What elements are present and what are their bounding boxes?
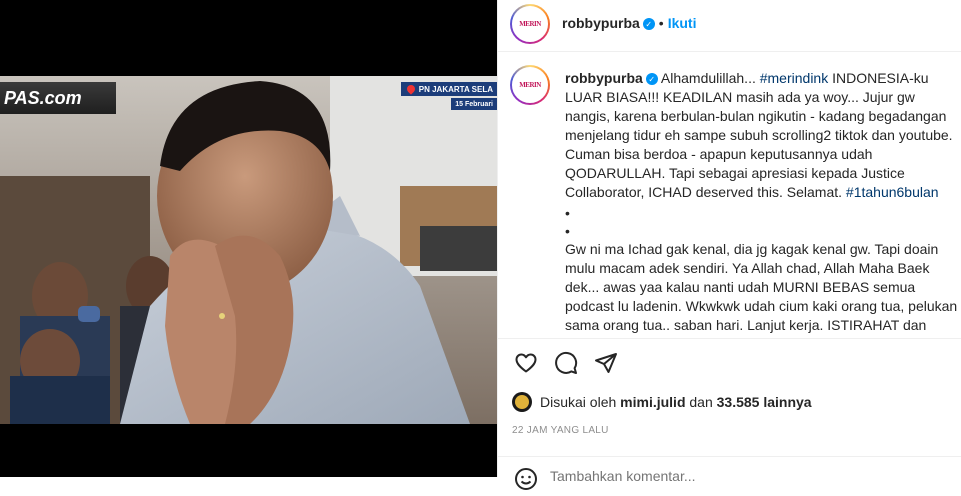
smiley-icon[interactable]	[514, 467, 538, 491]
caption-area: MERIN robbypurba ✓ Alhamdulillah... #meri…	[498, 52, 961, 338]
caption-avatar[interactable]: MERIN	[510, 65, 550, 105]
hashtag-link[interactable]: #1tahun6bulan	[846, 184, 939, 200]
comment-icon[interactable]	[554, 351, 578, 375]
post-media[interactable]: PAS.com PN JAKARTA SELA 15 Februari	[0, 0, 497, 477]
likes-count-link[interactable]: 33.585 lainnya	[717, 394, 812, 410]
location-badge: PN JAKARTA SELA	[400, 82, 497, 96]
avatar-mark-icon: MERIN	[519, 20, 541, 28]
date-badge: 15 Februari	[451, 98, 497, 110]
caption-avatar-mark-icon: MERIN	[519, 81, 541, 89]
likes-summary: Disukai oleh mimi.julid dan 33.585 lainn…	[512, 392, 812, 412]
post-photo: PAS.com PN JAKARTA SELA 15 Februari	[0, 76, 497, 424]
photo-scene	[0, 76, 497, 424]
caption-text-1: Alhamdulillah...	[660, 70, 760, 86]
post-detail-panel: MERIN robbypurba ✓ • Ikuti MERIN robbypurba…	[497, 0, 961, 490]
caption-paragraph-1: robbypurba ✓ Alhamdulillah... #merindink …	[565, 69, 959, 202]
separator: •	[658, 15, 664, 31]
likes-conj: dan	[689, 394, 713, 410]
post-timestamp[interactable]: 22 JAM YANG LALU	[512, 425, 609, 436]
heart-icon[interactable]	[514, 351, 538, 375]
date-text: 15 Februari	[455, 100, 493, 108]
hashtag-link[interactable]: #merindink	[760, 70, 828, 86]
post-header: MERIN robbypurba ✓ • Ikuti	[498, 0, 961, 52]
channel-logo-text: PAS.com	[4, 87, 82, 108]
username-link[interactable]: robbypurba	[562, 15, 640, 31]
likes-text: Disukai oleh mimi.julid dan 33.585 lainn…	[540, 394, 812, 410]
location-text: PN JAKARTA SELA	[418, 84, 493, 94]
caption: robbypurba ✓ Alhamdulillah... #merindink …	[565, 69, 959, 338]
caption-bullet: •	[565, 223, 570, 239]
comment-input[interactable]	[550, 468, 930, 484]
caption-paragraph-2: Gw ni ma Ichad gak kenal, dia jg kagak k…	[565, 241, 958, 338]
caption-verified-badge-icon: ✓	[645, 73, 658, 86]
channel-logo: PAS.com	[0, 82, 116, 114]
location-pin-icon	[405, 83, 417, 95]
caption-username-link[interactable]: robbypurba	[565, 70, 643, 86]
caption-text-2: INDONESIA-ku LUAR BIASA!!! KEADILAN masi…	[565, 70, 953, 200]
liker-avatar[interactable]	[512, 392, 532, 412]
verified-badge-icon: ✓	[642, 18, 655, 31]
paper-plane-icon[interactable]	[594, 351, 618, 375]
avatar[interactable]: MERIN	[510, 4, 550, 44]
caption-bullets: • •	[565, 204, 959, 240]
caption-bullet: •	[565, 205, 570, 221]
header-user-line: robbypurba ✓ • Ikuti	[562, 15, 696, 31]
liker-username-link[interactable]: mimi.julid	[620, 394, 685, 410]
likes-prefix: Disukai oleh	[540, 394, 617, 410]
comment-bar	[498, 456, 961, 496]
follow-button[interactable]: Ikuti	[668, 15, 697, 31]
action-bar	[498, 338, 961, 386]
